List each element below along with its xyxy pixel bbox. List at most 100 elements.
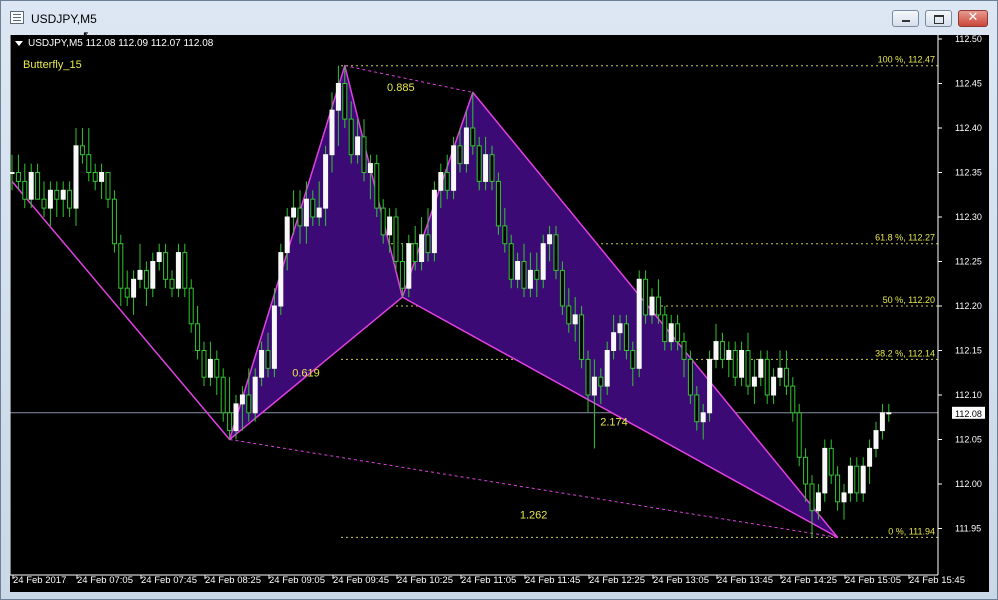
price-chart[interactable]: 100 %, 112.47 61.8 %, 112.27 50 %, 112.20 3… — [9, 34, 989, 592]
chart-header-ohlc: USDJPY,M5 112.08 112.09 112.07 112.08 — [28, 38, 214, 49]
close-button[interactable]: ✕ — [958, 10, 988, 27]
candle-body-bull — [335, 83, 341, 111]
candle-body-bear — [534, 269, 540, 280]
candle-body-bull — [207, 358, 213, 378]
candle-body-bull — [150, 261, 156, 289]
candle-body-bull — [451, 145, 457, 191]
fib-level-label: 0 %, 111.94 — [888, 526, 935, 536]
ratio-label-xab: 0.619 — [292, 367, 320, 379]
y-tick-label: 112.45 — [955, 79, 982, 89]
candle-body-bull — [28, 172, 34, 200]
candle-body-bear — [623, 323, 629, 351]
candle-body-bull — [841, 492, 847, 503]
candle-body-bull — [284, 216, 290, 254]
candle-body-bull — [233, 403, 239, 432]
y-tick-label: 112.50 — [955, 35, 982, 44]
candle-body-bear — [502, 225, 508, 245]
candle-body-bear — [412, 243, 418, 262]
y-tick-label: 112.20 — [955, 301, 982, 311]
candle-body-bull — [60, 189, 66, 200]
candle-body-bull — [777, 367, 783, 378]
candle-body-bull — [547, 234, 553, 245]
candle-body-bear — [41, 198, 47, 209]
candle-body-bear — [796, 412, 802, 458]
ratio-label-bcd: 2.174 — [600, 416, 628, 428]
candle-body-bear — [35, 172, 41, 200]
y-tick-label: 112.40 — [955, 123, 982, 133]
candle-body-bull — [9, 172, 15, 174]
title-bar[interactable]: USDJPY,M5 ↖ ✕ — [1, 1, 997, 44]
close-icon: ✕ — [967, 10, 979, 25]
candle-body-bear — [169, 278, 175, 289]
candle-body-bear — [553, 234, 559, 271]
candle-body-bull — [847, 465, 853, 494]
fib-level-label: 38.2 %, 112.14 — [875, 348, 935, 358]
candle-body-bull — [649, 296, 655, 316]
candle-body-bull — [611, 332, 617, 352]
x-tick-label: 24 Feb 13:45 — [717, 575, 773, 586]
candle-body-bear — [854, 465, 860, 494]
maximize-button[interactable] — [925, 10, 952, 27]
candle-body-bear — [457, 145, 463, 165]
x-tick-label: 24 Feb 2017 — [13, 575, 66, 586]
candle-body-bull — [47, 189, 53, 209]
candle-body-bull — [713, 341, 719, 360]
candle-body-bear — [495, 180, 501, 227]
y-tick-label: 112.00 — [955, 479, 982, 489]
candle-body-bear — [361, 136, 367, 173]
candle-body-bear — [470, 127, 476, 147]
candle-body-bear — [809, 483, 815, 512]
candle-body-bull — [591, 376, 597, 396]
candle-body-bear — [105, 172, 111, 200]
candle-body-bear — [265, 350, 271, 369]
candle-body-bear — [489, 154, 495, 182]
chart-window: USDJPY,M5 ↖ ✕ 100 %, 112.47 61.8 %, 112.2… — [0, 0, 998, 600]
candle-body-bull — [259, 350, 265, 378]
candle-body-bear — [585, 358, 591, 396]
candle-body-bear — [297, 207, 303, 227]
y-tick-label: 112.10 — [955, 390, 982, 400]
candle-body-bull — [860, 465, 866, 494]
candle-body-bull — [771, 376, 777, 396]
candle-body-bear — [348, 118, 354, 156]
candle-body-bull — [886, 412, 892, 415]
candle-body-bear — [399, 261, 405, 289]
indicator-name-label: Butterfly_15 — [23, 59, 82, 71]
candle-body-bear — [643, 278, 649, 316]
candle-body-bull — [355, 136, 361, 156]
window-title: USDJPY,M5 — [31, 12, 97, 26]
candle-body-bear — [655, 296, 661, 316]
candle-body-bear — [694, 394, 700, 423]
chart-area[interactable]: 100 %, 112.47 61.8 %, 112.27 50 %, 112.20 3… — [9, 34, 989, 592]
candle-body-bear — [310, 198, 316, 218]
candle-body-bull — [867, 447, 873, 467]
candle-body-bear — [476, 145, 482, 182]
candle-body-bear — [201, 350, 207, 378]
candle-body-bull — [271, 305, 277, 369]
x-tick-label: 24 Feb 15:45 — [909, 575, 965, 586]
candle-body-bull — [700, 412, 706, 423]
candle-body-bull — [879, 412, 885, 432]
candle-body-bear — [380, 207, 386, 236]
x-tick-label: 24 Feb 07:45 — [141, 575, 197, 586]
candle-body-bull — [406, 243, 412, 289]
candle-body-bull — [431, 189, 437, 254]
candle-body-bear — [598, 376, 604, 387]
candle-body-bull — [822, 447, 828, 494]
minimize-button[interactable] — [892, 10, 919, 27]
candle-body-bull — [175, 252, 181, 289]
x-tick-label: 24 Feb 11:05 — [461, 575, 516, 586]
candle-body-bull — [527, 269, 533, 289]
x-tick-label: 24 Feb 11:45 — [525, 575, 580, 586]
y-tick-label: 112.30 — [955, 212, 982, 222]
candle-body-bear — [92, 172, 98, 182]
candle-body-bear — [835, 474, 841, 503]
candle-body-bear — [790, 385, 796, 414]
candle-body-bear — [182, 252, 188, 289]
candle-body-bull — [316, 207, 322, 218]
x-tick-label: 24 Feb 09:05 — [269, 575, 325, 586]
x-tick-label: 24 Feb 08:25 — [205, 575, 261, 586]
candle-body-bear — [342, 83, 348, 120]
candle-body-bull — [636, 278, 642, 369]
candle-body-bear — [393, 216, 399, 262]
